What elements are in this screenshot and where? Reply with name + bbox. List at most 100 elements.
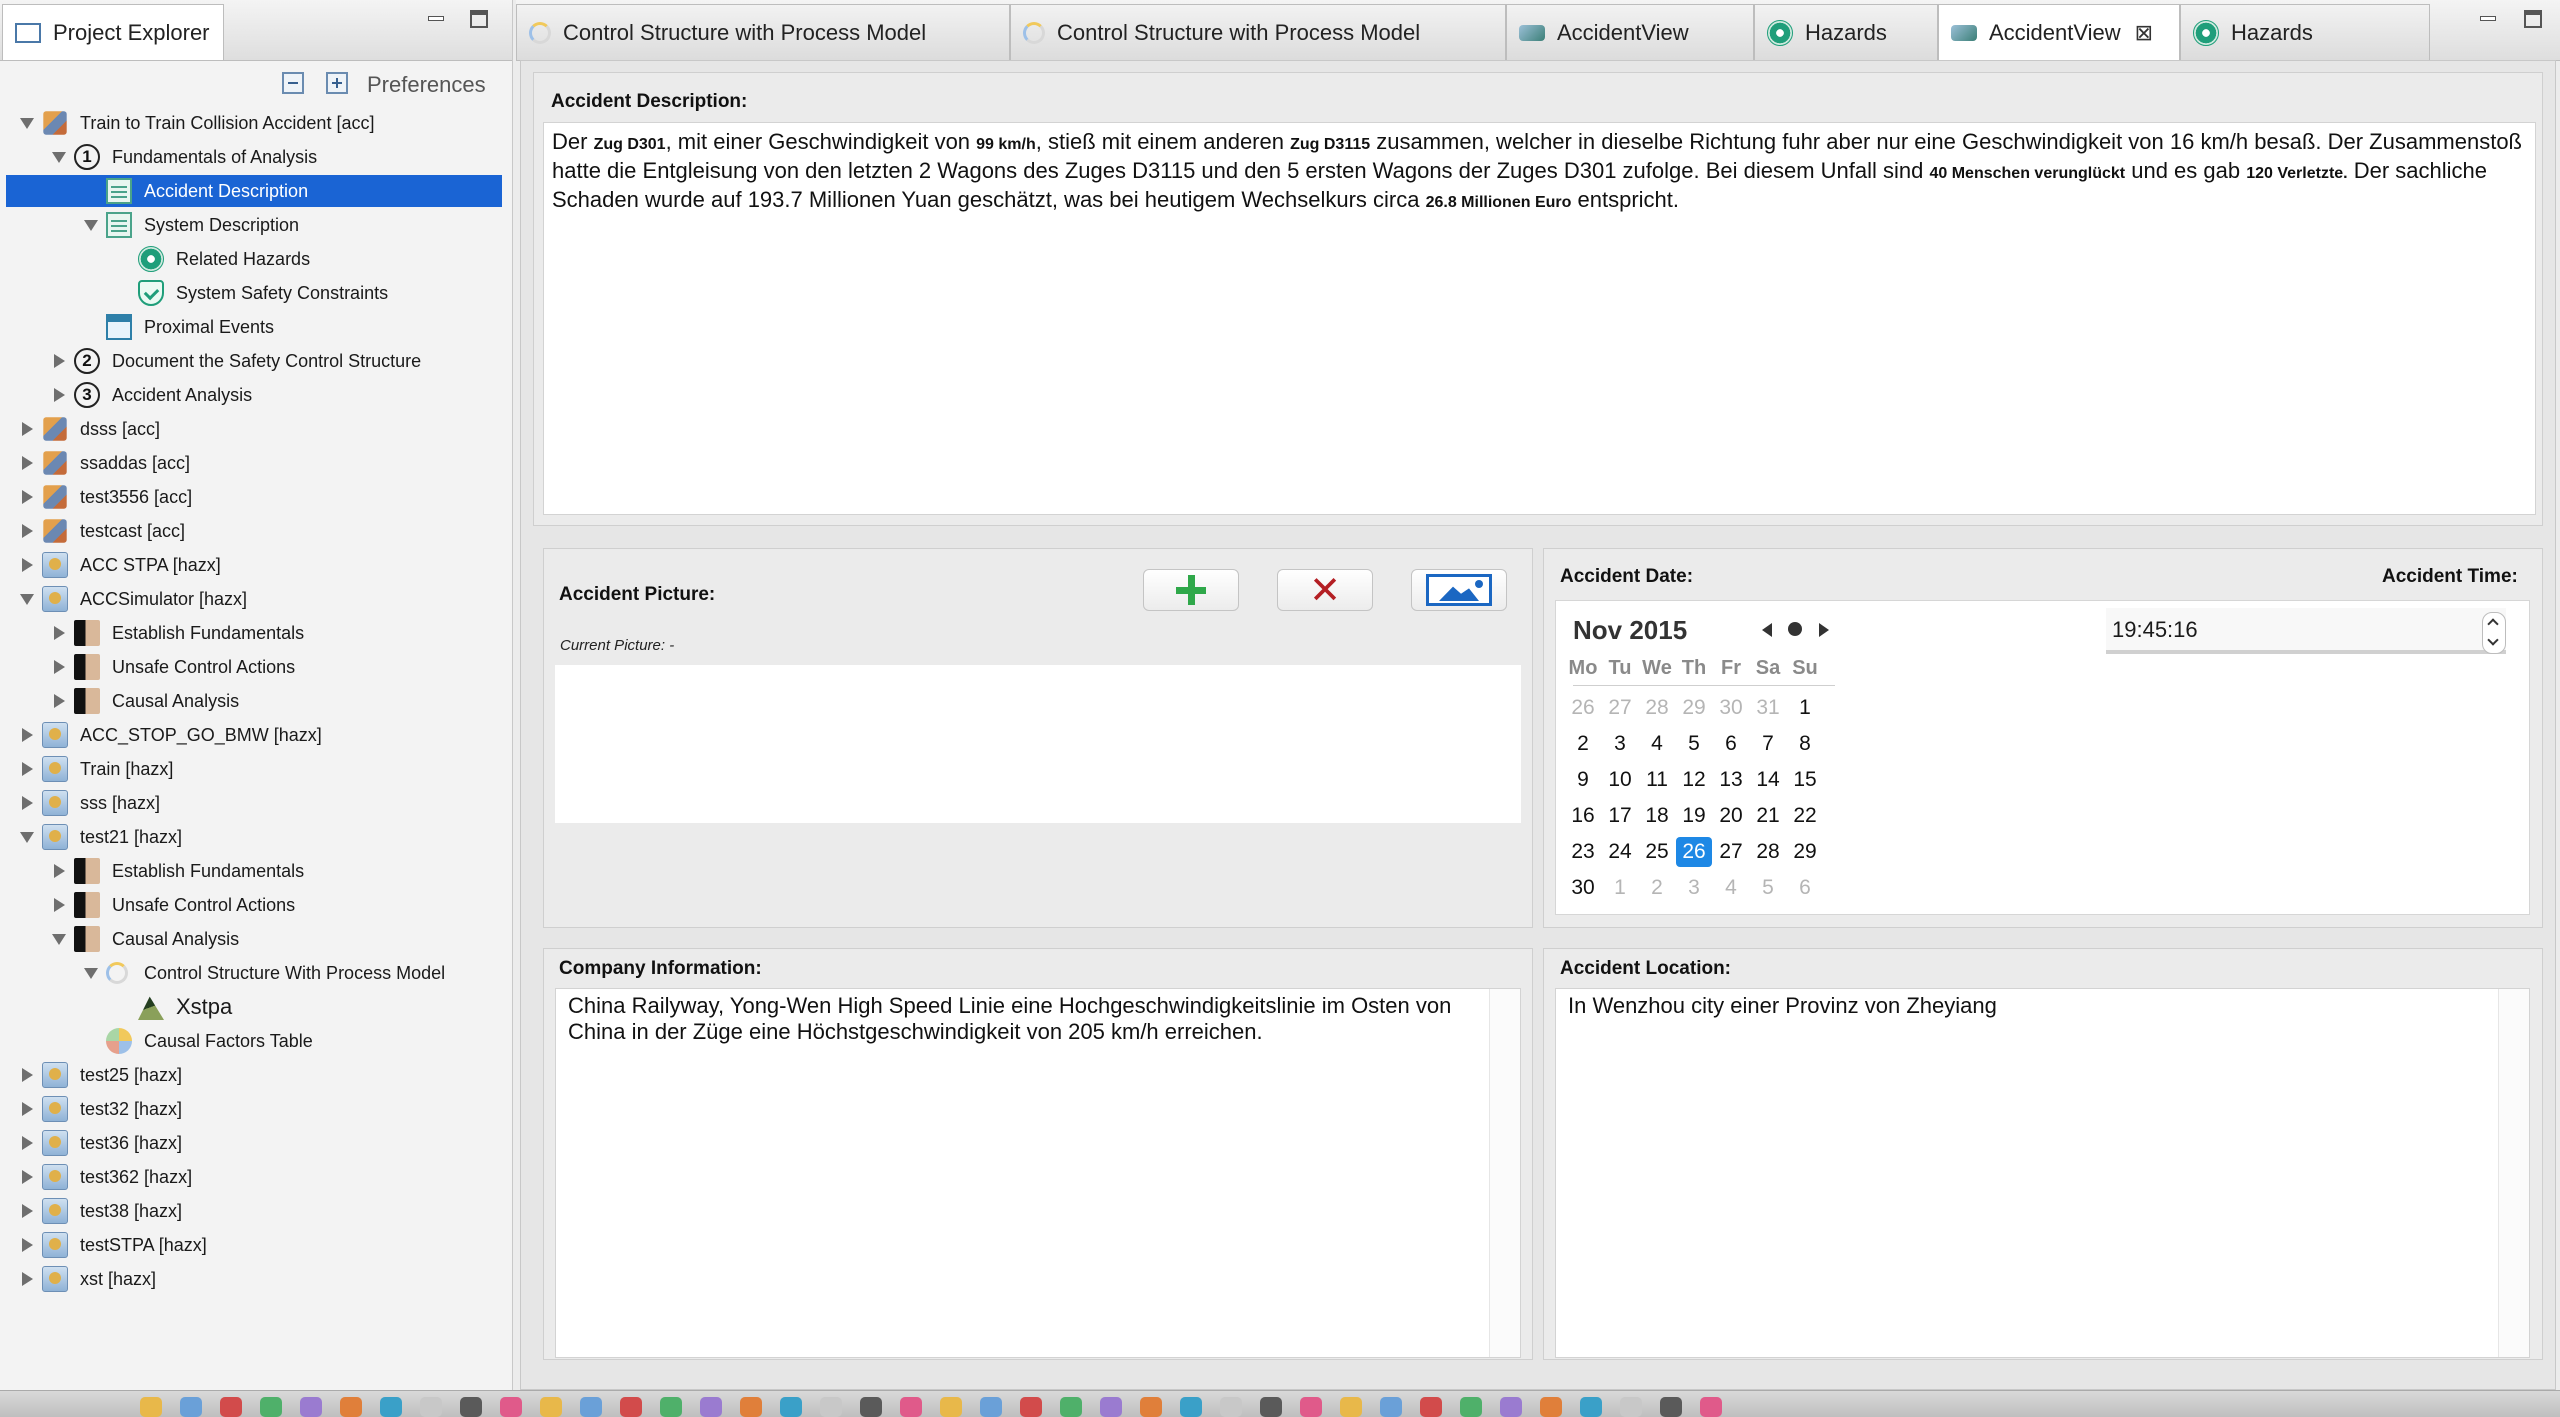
collapse-all-icon[interactable] [282,72,304,94]
tree-item[interactable]: test362 [hazx] [0,1160,510,1194]
calendar-day[interactable]: 24 [1602,837,1638,867]
add-picture-button[interactable] [1143,569,1239,611]
tree-item[interactable]: test32 [hazx] [0,1092,510,1126]
calendar-day[interactable]: 4 [1713,873,1749,903]
expand-arrow-icon[interactable] [22,456,33,470]
dock-app-icon[interactable] [1420,1397,1442,1417]
calendar-day[interactable]: 28 [1639,693,1675,723]
calendar-day[interactable]: 30 [1565,873,1601,903]
dock-app-icon[interactable] [1580,1397,1602,1417]
tree-item[interactable]: Unsafe Control Actions [0,650,510,684]
tree-item[interactable]: Causal Analysis [0,684,510,718]
next-month-icon[interactable] [1819,623,1829,637]
expand-arrow-icon[interactable] [54,388,65,402]
tree-item[interactable]: ssaddas [acc] [0,446,510,480]
tree-item[interactable]: System Description [0,208,510,242]
calendar-day[interactable]: 28 [1750,837,1786,867]
dock-app-icon[interactable] [1700,1397,1722,1417]
expand-arrow-icon[interactable] [22,1136,33,1150]
tree-item[interactable]: Causal Factors Table [0,1024,510,1058]
calendar-day[interactable]: 5 [1750,873,1786,903]
expand-arrow-icon[interactable] [54,864,65,878]
company-information-field[interactable]: China Railyway, Yong-Wen High Speed Lini… [555,988,1521,1358]
dock-app-icon[interactable] [740,1397,762,1417]
dock-app-icon[interactable] [1300,1397,1322,1417]
dock-app-icon[interactable] [820,1397,842,1417]
calendar-day[interactable]: 12 [1676,765,1712,795]
calendar-day[interactable]: 4 [1639,729,1675,759]
collapse-arrow-icon[interactable] [20,832,34,843]
collapse-arrow-icon[interactable] [52,152,66,163]
tree-item[interactable]: dsss [acc] [0,412,510,446]
selected-day[interactable]: 26 [1676,837,1712,867]
tree-item[interactable]: Unsafe Control Actions [0,888,510,922]
dock-app-icon[interactable] [140,1397,162,1417]
dock-app-icon[interactable] [1340,1397,1362,1417]
expand-arrow-icon[interactable] [54,898,65,912]
tree-item[interactable]: Causal Analysis [0,922,510,956]
calendar-day[interactable]: 29 [1676,693,1712,723]
dock-app-icon[interactable] [180,1397,202,1417]
tree-item[interactable]: ACC_STOP_GO_BMW [hazx] [0,718,510,752]
tree-item[interactable]: test21 [hazx] [0,820,510,854]
calendar-day[interactable]: 8 [1787,729,1823,759]
expand-arrow-icon[interactable] [54,694,65,708]
calendar-day[interactable]: 19 [1676,801,1712,831]
dock-app-icon[interactable] [220,1397,242,1417]
calendar-day[interactable]: 1 [1602,873,1638,903]
dock-app-icon[interactable] [1260,1397,1282,1417]
editor-tab[interactable]: Hazards [2180,4,2430,60]
dock-app-icon[interactable] [1060,1397,1082,1417]
tree-item[interactable]: Related Hazards [0,242,510,276]
remove-picture-button[interactable]: ✕ [1277,569,1373,611]
expand-arrow-icon[interactable] [54,660,65,674]
calendar-day[interactable]: 13 [1713,765,1749,795]
expand-arrow-icon[interactable] [22,558,33,572]
today-dot-icon[interactable] [1788,622,1802,636]
dock-app-icon[interactable] [420,1397,442,1417]
tree-item[interactable]: Train to Train Collision Accident [acc] [0,106,510,140]
dock-app-icon[interactable] [900,1397,922,1417]
tree-item[interactable]: test3556 [acc] [0,480,510,514]
collapse-arrow-icon[interactable] [84,220,98,231]
calendar-day[interactable]: 29 [1787,837,1823,867]
editor-tab[interactable]: Control Structure with Process Model [516,4,1010,60]
expand-arrow-icon[interactable] [22,1068,33,1082]
calendar-day[interactable]: 16 [1565,801,1601,831]
expand-arrow-icon[interactable] [22,1204,33,1218]
dock-app-icon[interactable] [460,1397,482,1417]
dock-app-icon[interactable] [260,1397,282,1417]
calendar-day[interactable]: 27 [1713,837,1749,867]
tree-item[interactable]: System Safety Constraints [0,276,510,310]
dock-app-icon[interactable] [1500,1397,1522,1417]
accident-time-input[interactable]: 19:45:16 [2106,608,2506,654]
calendar-day[interactable]: 14 [1750,765,1786,795]
company-information-scrollbar[interactable] [1489,989,1520,1357]
tree-item[interactable]: Establish Fundamentals [0,616,510,650]
dock-app-icon[interactable] [1220,1397,1242,1417]
expand-arrow-icon[interactable] [22,762,33,776]
tree-item[interactable]: Proximal Events [0,310,510,344]
calendar-day[interactable]: 3 [1676,873,1712,903]
dock-app-icon[interactable] [340,1397,362,1417]
tree-item[interactable]: ACC STPA [hazx] [0,548,510,582]
dock-app-icon[interactable] [980,1397,1002,1417]
dock-app-icon[interactable] [780,1397,802,1417]
tree-item[interactable]: test36 [hazx] [0,1126,510,1160]
tree-item[interactable]: 3 Accident Analysis [0,378,510,412]
dock-app-icon[interactable] [660,1397,682,1417]
expand-arrow-icon[interactable] [22,1272,33,1286]
dock-app-icon[interactable] [700,1397,722,1417]
calendar-day[interactable]: 6 [1787,873,1823,903]
dock-app-icon[interactable] [1140,1397,1162,1417]
expand-arrow-icon[interactable] [22,1102,33,1116]
calendar-day[interactable]: 6 [1713,729,1749,759]
dock-app-icon[interactable] [1380,1397,1402,1417]
calendar-day[interactable]: 23 [1565,837,1601,867]
tree-item[interactable]: test38 [hazx] [0,1194,510,1228]
expand-arrow-icon[interactable] [22,490,33,504]
dock-app-icon[interactable] [620,1397,642,1417]
calendar-day[interactable]: 27 [1602,693,1638,723]
tree-item[interactable]: testSTPA [hazx] [0,1228,510,1262]
tree-item[interactable]: ACCSimulator [hazx] [0,582,510,616]
